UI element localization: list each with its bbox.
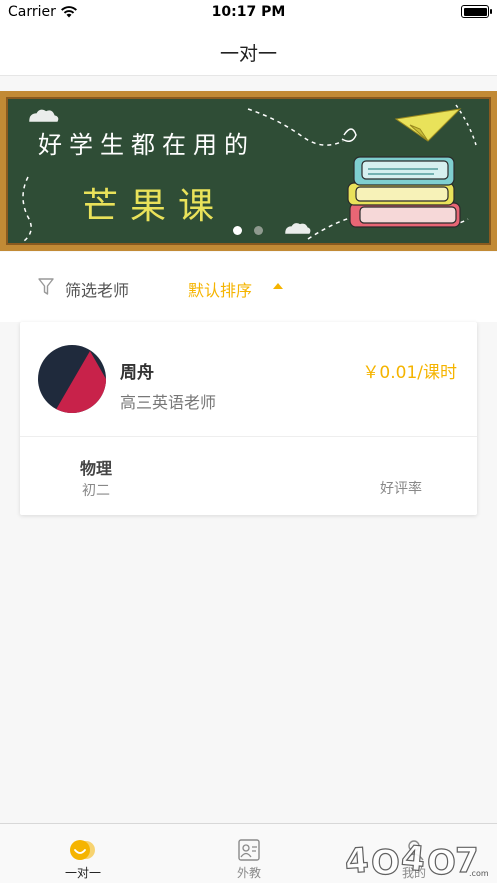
banner-slogan: 好学生都在用的 [38, 131, 255, 159]
divider [20, 436, 477, 437]
nav-bar: 一对一 [0, 26, 497, 76]
tab-foreign-teacher[interactable]: 外教 [166, 824, 332, 883]
teacher-title: 高三英语老师 [120, 393, 217, 412]
status-time: 10:17 PM [211, 4, 286, 20]
caret-up-icon[interactable] [273, 283, 283, 289]
svg-text:.com: .com [469, 869, 489, 878]
teacher-name: 周舟 [120, 363, 154, 383]
avatar[interactable] [38, 345, 106, 413]
rating-label: 好评率 [380, 481, 422, 497]
teacher-price: ￥0.01/课时 [362, 363, 457, 383]
filter-bar: 筛选老师 默认排序 [0, 252, 497, 322]
course-grade: 初二 [82, 483, 110, 499]
svg-text:4: 4 [344, 841, 370, 880]
tab-label: 一对一 [64, 866, 101, 880]
carousel-dot[interactable] [254, 226, 263, 235]
sort-default-button[interactable]: 默认排序 [188, 277, 252, 301]
banner-illustration [22, 104, 477, 242]
page-title: 一对一 [219, 43, 277, 65]
chalkboard: 好学生都在用的 芒果课 [6, 97, 491, 245]
course-subject: 物理 [80, 459, 113, 478]
svg-text:O: O [427, 843, 456, 880]
battery-icon [461, 5, 492, 18]
banner-brand: 芒果课 [82, 186, 227, 227]
carousel-dot-active[interactable] [233, 226, 242, 235]
tab-label: 外教 [236, 866, 261, 880]
teacher-card[interactable]: 周舟 高三英语老师 ￥0.01/课时 物理 初二 好评率 [20, 322, 477, 515]
svg-text:O: O [371, 843, 400, 880]
status-bar: Carrier 10:17 PM [0, 0, 497, 26]
svg-text:4: 4 [400, 838, 427, 880]
funnel-icon[interactable] [38, 278, 54, 296]
filter-teachers-button[interactable]: 筛选老师 [65, 277, 129, 301]
carousel-indicator [0, 226, 497, 236]
tab-one-on-one[interactable]: 一对一 [0, 824, 166, 883]
smiley-icon [70, 840, 95, 860]
id-card-icon [238, 839, 260, 861]
watermark-logo: 4 O 4 O 7 .com [343, 837, 489, 880]
